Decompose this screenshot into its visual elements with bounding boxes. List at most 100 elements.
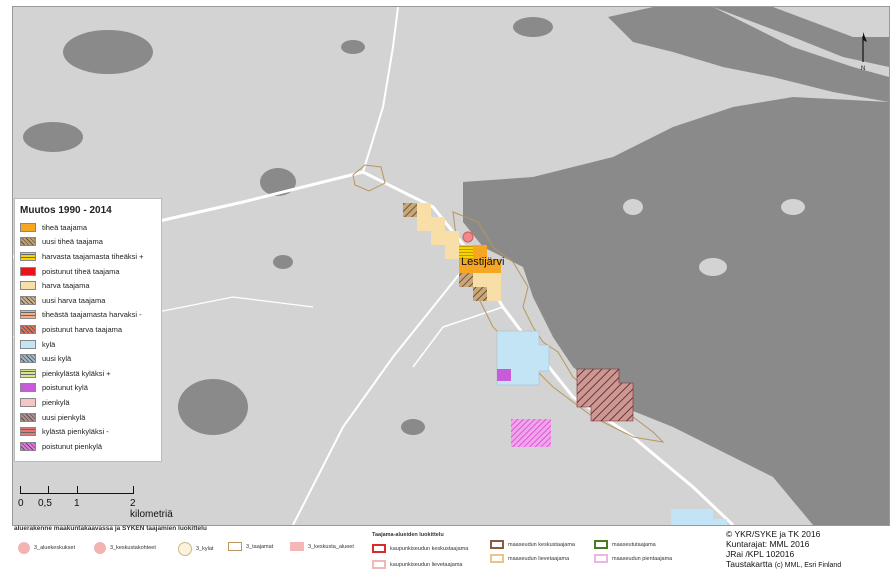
scale-bar: 0 0,5 1 2 kilometriä — [16, 480, 176, 520]
bottom-legend-heading: aluerakenne maakuntakaavassa ja SYKEN ta… — [14, 525, 207, 532]
legend-label: kaupunkiseudun keskustaajama — [390, 545, 469, 552]
legend-item: poistunut harva taajama — [15, 322, 161, 337]
legend-item: poistunut pienkylä — [15, 439, 161, 454]
legend-label: uusi harva taajama — [42, 295, 106, 305]
legend-swatch — [20, 397, 36, 407]
legend-swatch — [20, 368, 36, 378]
north-label: N — [861, 66, 865, 72]
box-icon — [490, 540, 504, 549]
scale-tick — [77, 486, 78, 494]
centre-marker — [462, 231, 474, 243]
scale-label-05: 0,5 — [38, 498, 52, 509]
legend-items: tiheä taajama uusi tiheä taajama harvasta … — [15, 220, 161, 454]
legend-aluekeskukset: 3_aluekeskukset — [18, 542, 75, 554]
legend-item: pienkylästä kyläksi + — [15, 366, 161, 381]
box-icon — [228, 542, 242, 551]
legend-swatch — [20, 441, 36, 451]
legend-label: poistunut pienkylä — [42, 441, 103, 451]
circle-icon — [178, 542, 192, 556]
lake-lestijarvi — [463, 7, 889, 525]
legend-keskustakohteet: 3_keskustakohteet — [94, 542, 156, 554]
legend-item: pienkylä — [15, 395, 161, 410]
legend-label: maaseututaajama — [612, 541, 656, 548]
circle-icon — [18, 542, 30, 554]
scale-label-2: 2 kilometriä — [130, 498, 173, 520]
scale-tick — [133, 486, 134, 494]
legend-label: 3_keskustakohteet — [110, 545, 156, 551]
credit-line: JRai /KPL 102016 — [726, 549, 795, 559]
legend-label: 3_keskusta_alueet — [308, 543, 354, 550]
box-icon — [290, 542, 304, 551]
legend-label: kaupunkiseudun lievetaajama — [390, 561, 463, 568]
legend-swatch — [20, 266, 36, 276]
bottom-legend: aluerakenne maakuntakaavassa ja SYKEN ta… — [0, 524, 725, 587]
legend-item: uusi pienkylä — [15, 410, 161, 425]
credit-line: Taustakartta (c) MML, Esri Finland — [726, 559, 841, 571]
legend-label: uusi kylä — [42, 354, 72, 364]
credit-line: © YKR/SYKE ja TK 2016 — [726, 529, 821, 539]
legend-kylat: 3_kylat — [178, 542, 213, 556]
legend-kaupunki-keskus: kaupunkiseudun keskustaajama — [372, 544, 468, 553]
legend-label: maaseudun keskustaajama — [508, 541, 575, 548]
credit-label: Taustakartta — [726, 559, 773, 569]
legend-label: tiheä taajama — [42, 222, 88, 232]
box-icon — [594, 540, 608, 549]
legend-maaseutu-pien: maaseudun pientaajama — [594, 554, 672, 563]
legend-label: 3_kylat — [196, 546, 214, 552]
legend-label: pienkylästä kyläksi + — [42, 368, 111, 378]
legend-label: pienkylä — [42, 397, 70, 407]
box-icon — [372, 544, 386, 553]
legend-label: 3_aluekeskukset — [34, 545, 75, 551]
legend-maaseutu-keskus: maaseudun keskustaajama — [490, 540, 575, 549]
legend-label: kylä — [42, 339, 56, 349]
legend-swatch — [20, 251, 36, 261]
legend-label: uusi tiheä taajama — [42, 237, 103, 247]
legend-taajamat: 3_taajamat — [228, 542, 273, 551]
legend-label: harvasta taajamasta tiheäksi + — [42, 251, 144, 261]
legend-item: uusi kylä — [15, 351, 161, 366]
legend-kaupunki-lieve: kaupunkiseudun lievetaajama — [372, 560, 462, 569]
legend-item: poistunut tiheä taajama — [15, 264, 161, 279]
legend-item: harvasta taajamasta tiheäksi + — [15, 249, 161, 264]
legend-swatch — [20, 427, 36, 437]
legend-item: harva taajama — [15, 278, 161, 293]
legend-swatch — [20, 383, 36, 393]
scale-label-0: 0 — [18, 498, 24, 509]
legend-item: uusi harva taajama — [15, 293, 161, 308]
legend-swatch — [20, 281, 36, 291]
legend-item: uusi tiheä taajama — [15, 235, 161, 250]
legend-label: poistunut harva taajama — [42, 324, 123, 334]
box-icon — [594, 554, 608, 563]
legend-item: kylästä pienkyläksi - — [15, 424, 161, 439]
legend-label: maaseudun lievetaajama — [508, 555, 570, 562]
scale-tick — [20, 486, 21, 494]
legend-title: Muutos 1990 - 2014 — [20, 205, 112, 216]
scale-label-1: 1 — [74, 498, 80, 509]
legend-label: 3_taajamat — [246, 543, 274, 550]
legend-swatch — [20, 310, 36, 320]
credits: © YKR/SYKE ja TK 2016 Kuntarajat: MML 20… — [726, 529, 841, 571]
legend-maaseututaajama: maaseututaajama — [594, 540, 656, 549]
legend-swatch — [20, 412, 36, 422]
legend-swatch — [20, 354, 36, 364]
legend-label: maaseudun pientaajama — [612, 555, 673, 562]
credit-source: (c) MML, Esri Finland — [774, 562, 842, 569]
box-icon — [372, 560, 386, 569]
legend-panel: Muutos 1990 - 2014 tiheä taajama uusi tih… — [14, 198, 162, 462]
legend-keskusta-alueet: 3_keskusta_alueet — [290, 542, 354, 551]
place-label: Lestijärvi — [461, 256, 505, 268]
credit-line: Kuntarajat: MML 2016 — [726, 539, 810, 549]
scale-tick — [48, 486, 49, 494]
legend-item: tiheä taajama — [15, 220, 161, 235]
legend-item: kylä — [15, 337, 161, 352]
legend-label: poistunut kylä — [42, 383, 88, 393]
north-arrow-icon: N — [861, 32, 867, 72]
legend-maaseutu-lieve: maaseudun lievetaajama — [490, 554, 569, 563]
legend-label: harva taajama — [42, 281, 90, 291]
taajama-heading: Taajama-alueiden luokittelu — [372, 532, 444, 538]
legend-item: tiheästä taajamasta harvaksi - — [15, 308, 161, 323]
legend-swatch — [20, 324, 36, 334]
map-figure: Lestijärvi N Muutos 1990 - 2014 tiheä ta… — [0, 0, 895, 587]
legend-label: tiheästä taajamasta harvaksi - — [42, 310, 142, 320]
legend-swatch — [20, 237, 36, 247]
